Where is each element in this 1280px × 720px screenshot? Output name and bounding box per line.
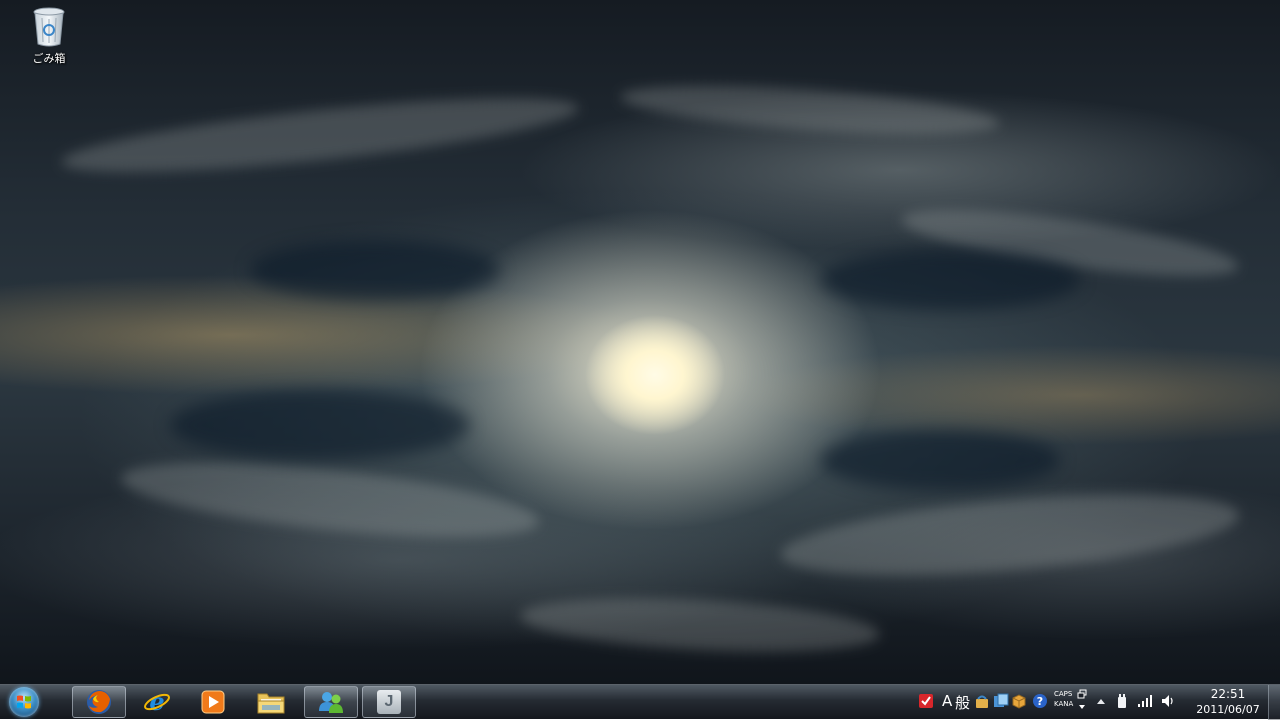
help-icon[interactable]: ? xyxy=(1032,693,1048,709)
taskbar-firefox-button[interactable] xyxy=(72,686,126,718)
j-app-icon: J xyxy=(377,690,401,714)
taskbar-internet-explorer-button[interactable]: e xyxy=(130,686,184,718)
wallpaper-cloud-streak xyxy=(118,448,542,552)
ime-dictionary-icon[interactable] xyxy=(993,693,1009,709)
recycle-bin-icon xyxy=(33,7,65,47)
wallpaper-cloud-streak xyxy=(518,590,882,660)
ime-package-icon[interactable] xyxy=(1011,693,1027,709)
j-app-label: J xyxy=(384,693,394,710)
wallpaper-dark-sky xyxy=(170,390,470,460)
svg-text:?: ? xyxy=(1037,695,1043,708)
windows-start-orb-icon xyxy=(9,687,39,717)
network-signal-icon[interactable] xyxy=(1137,693,1153,709)
show-desktop-button[interactable] xyxy=(1268,685,1280,720)
wallpaper-cloud-streak xyxy=(777,480,1243,590)
recycle-bin-shortcut[interactable]: ごみ箱 xyxy=(20,6,78,72)
caps-indicator: CAPS xyxy=(1054,690,1073,698)
svg-text:e: e xyxy=(149,688,164,716)
messenger-icon xyxy=(319,692,343,713)
volume-icon[interactable] xyxy=(1160,693,1176,709)
wallpaper-dark-sky xyxy=(820,430,1060,490)
taskbar-media-player-button[interactable] xyxy=(186,686,240,718)
taskbar: e J A 般 ? CAPS KANA 22:51 2011/06/07 xyxy=(0,684,1280,720)
taskbar-messenger-button[interactable] xyxy=(304,686,358,718)
caps-kana-indicator: CAPS KANA xyxy=(1054,689,1073,709)
taskbar-file-explorer-button[interactable] xyxy=(244,686,298,718)
wallpaper-dark-sky xyxy=(250,240,500,300)
wallpaper-cloud-streak xyxy=(58,82,582,188)
media-player-icon xyxy=(201,690,225,714)
ime-tool-icon[interactable] xyxy=(974,693,990,709)
firefox-icon xyxy=(87,690,111,714)
wallpaper-cloud-streak xyxy=(619,76,1001,144)
taskbar-clock[interactable]: 22:51 2011/06/07 xyxy=(1186,687,1270,717)
kana-indicator: KANA xyxy=(1054,700,1074,708)
show-hidden-arrow-icon[interactable] xyxy=(1093,693,1109,709)
clock-time: 22:51 xyxy=(1210,687,1246,701)
restore-icon[interactable] xyxy=(1076,688,1088,700)
ime-input-mode[interactable]: A xyxy=(942,692,952,710)
ime-menu-arrow-icon[interactable] xyxy=(1076,702,1088,712)
file-explorer-icon xyxy=(257,693,285,714)
power-icon[interactable] xyxy=(1114,693,1130,709)
internet-explorer-icon: e xyxy=(144,688,170,716)
checklist-icon[interactable] xyxy=(918,693,934,709)
start-button[interactable] xyxy=(4,686,44,718)
clock-date: 2011/06/07 xyxy=(1196,703,1260,716)
desktop-wallpaper[interactable]: ごみ箱 xyxy=(0,0,1280,684)
ime-dictionary-mode[interactable]: 般 xyxy=(955,692,970,713)
wallpaper-dark-sky xyxy=(820,250,1080,310)
taskbar-j-app-button[interactable]: J xyxy=(362,686,416,718)
recycle-bin-label: ごみ箱 xyxy=(32,52,66,65)
